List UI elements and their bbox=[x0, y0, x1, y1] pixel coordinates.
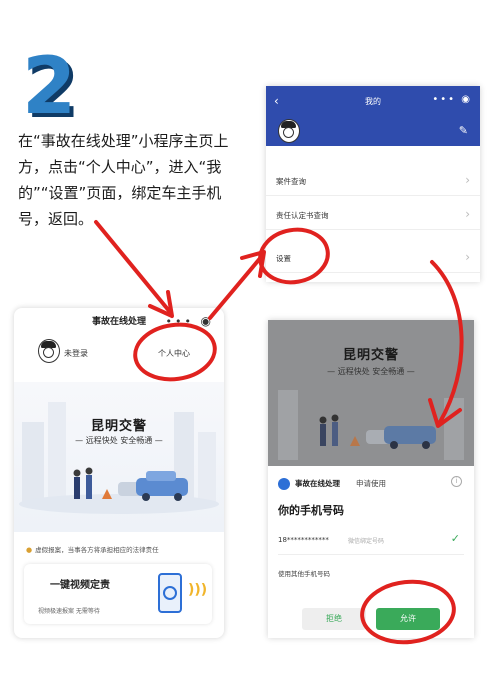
mini-program-capsule[interactable]: ••• ◉ bbox=[166, 314, 214, 328]
brand-slogan: — 远程快处 安全畅通 — bbox=[75, 436, 163, 445]
chevron-right-icon: › bbox=[465, 207, 470, 221]
home-banner: 昆明交警 — 远程快处 安全畅通 — bbox=[14, 382, 224, 532]
app-logo-icon bbox=[278, 478, 290, 490]
use-other-number-link[interactable]: 使用其他手机号码 bbox=[278, 568, 330, 578]
screen-phone-auth: 昆明交警 — 远程快处 安全畅通 — 事故在线处理 申请使用 i 你的手机号码 … bbox=[268, 320, 474, 638]
avatar[interactable] bbox=[278, 119, 300, 143]
video-liability-card[interactable]: 一键视频定责 视频极速报案 无需等待 ))) bbox=[24, 564, 212, 624]
divider bbox=[278, 554, 464, 555]
reject-button[interactable]: 拒绝 bbox=[302, 608, 366, 630]
chevron-right-icon: › bbox=[465, 250, 470, 264]
phone-number-option[interactable]: 18************ bbox=[278, 536, 329, 544]
login-status[interactable]: 未登录 bbox=[64, 348, 88, 359]
arrow-head bbox=[240, 250, 266, 278]
edit-icon[interactable]: ✎ bbox=[459, 124, 468, 137]
close-circle-icon[interactable]: ◉ bbox=[201, 314, 214, 328]
video-card-subtitle: 视频极速报案 无需等待 bbox=[38, 608, 100, 615]
brand-title: 昆明交警 bbox=[342, 348, 399, 363]
city-skyline-illustration bbox=[278, 390, 464, 460]
profile-header: ‹ 我的 ••• ◉ ✎ bbox=[266, 86, 480, 146]
dimmed-background: 昆明交警 — 远程快处 安全畅通 — bbox=[268, 320, 474, 466]
more-icon[interactable]: ••• bbox=[166, 315, 194, 328]
instruction-text: 在“事故在线处理”小程序主页上方，点击“个人中心”，进入“我的”“设置”页面，绑… bbox=[18, 132, 229, 228]
arrow-to-personal-center bbox=[94, 220, 172, 314]
traffic-cone-icon bbox=[102, 489, 112, 499]
app-name: 事故在线处理 bbox=[295, 479, 340, 488]
bound-number-note: 微信绑定号码 bbox=[348, 538, 385, 545]
menu-item-label: 责任认定书查询 bbox=[276, 211, 329, 220]
dialog-heading: 你的手机号码 bbox=[278, 504, 344, 517]
allow-button[interactable]: 允许 bbox=[376, 608, 440, 630]
more-icon[interactable]: ••• bbox=[432, 94, 456, 105]
police-officers-icon bbox=[73, 467, 93, 499]
menu-item-label: 案件查询 bbox=[276, 177, 306, 186]
apply-text: 申请使用 bbox=[356, 479, 386, 488]
screen-profile: ‹ 我的 ••• ◉ ✎ 案件查询 › 责任认定书查询 › 设置 › bbox=[266, 86, 480, 282]
location-pin-icon: ● bbox=[26, 546, 33, 554]
signal-waves-icon: ))) bbox=[188, 582, 208, 598]
personal-center-link[interactable]: 个人中心 bbox=[158, 348, 190, 359]
video-card-title: 一键视频定责 bbox=[50, 580, 110, 591]
info-icon[interactable]: i bbox=[451, 476, 462, 487]
chevron-right-icon: › bbox=[465, 173, 470, 187]
menu-item-liability-query[interactable]: 责任认定书查询 › bbox=[266, 200, 480, 230]
phone-auth-dialog: 事故在线处理 申请使用 i 你的手机号码 18************ 微信绑定… bbox=[268, 466, 474, 638]
menu-item-settings[interactable]: 设置 › bbox=[266, 243, 480, 273]
avatar[interactable] bbox=[38, 339, 60, 363]
screen-home: 事故在线处理 ••• ◉ 未登录 个人中心 昆明交警 — 远程快处 安全畅通 —… bbox=[14, 308, 224, 638]
mini-program-capsule[interactable]: ••• ◉ bbox=[432, 94, 472, 105]
brand-slogan: — 远程快处 安全畅通 — bbox=[327, 367, 415, 376]
false-report-notice: ● 虚假报案，当事各方将承担相应的法律责任 bbox=[26, 546, 159, 554]
city-skyline-illustration bbox=[19, 402, 219, 514]
menu-item-case-query[interactable]: 案件查询 › bbox=[266, 166, 480, 196]
close-circle-icon[interactable]: ◉ bbox=[461, 94, 472, 105]
phone-call-icon bbox=[158, 573, 182, 613]
brand-title: 昆明交警 bbox=[90, 419, 147, 434]
step-number: 2 bbox=[22, 42, 77, 132]
check-icon: ✓ bbox=[450, 532, 460, 545]
menu-item-label: 设置 bbox=[276, 254, 291, 263]
